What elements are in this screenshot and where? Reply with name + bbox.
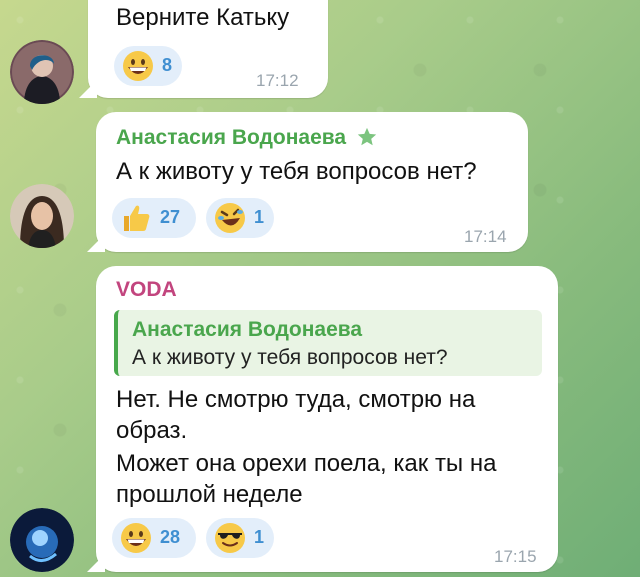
grinning-face-icon xyxy=(123,51,153,81)
rolling-on-floor-laughing-icon xyxy=(215,203,245,233)
reply-sender: Анастасия Водонаева xyxy=(132,318,363,341)
message-text-line: Может она орехи поела, как ты на xyxy=(116,450,497,477)
bubble-tail xyxy=(87,234,105,252)
avatar[interactable] xyxy=(10,184,74,248)
reply-quote[interactable]: Анастасия Водонаева А к животу у тебя во… xyxy=(114,310,542,376)
star-icon xyxy=(357,127,377,146)
thumbs-up-icon xyxy=(124,205,150,231)
message-bubble[interactable]: Анастасия Водонаева А к животу у тебя во… xyxy=(87,112,528,252)
grinning-face-icon xyxy=(121,523,151,553)
reply-text: А к животу у тебя вопросов нет? xyxy=(132,346,448,369)
reaction-count: 1 xyxy=(254,527,265,547)
reaction-chip[interactable]: 27 xyxy=(112,198,196,238)
reaction-chip[interactable]: 8 xyxy=(114,46,182,86)
reaction-chip[interactable]: 1 xyxy=(206,198,274,238)
message-time: 17:14 xyxy=(464,227,507,246)
reaction-count: 27 xyxy=(160,207,181,227)
reaction-count: 28 xyxy=(160,527,181,547)
avatar[interactable] xyxy=(10,508,74,572)
message-time: 17:12 xyxy=(256,71,299,90)
message-bubble[interactable]: Верните Катьку 8 17:12 xyxy=(79,0,328,98)
message-bubble[interactable]: VODA Анастасия Водонаева А к животу у те… xyxy=(87,266,558,572)
message-text-line: образ. xyxy=(116,417,188,444)
reaction-chip[interactable]: 28 xyxy=(112,518,196,558)
message-time: 17:15 xyxy=(494,547,537,566)
reaction-count: 1 xyxy=(254,207,265,227)
reaction-count: 8 xyxy=(162,55,173,75)
message-text: Верните Катьку xyxy=(116,4,290,31)
reaction-chip[interactable]: 1 xyxy=(206,518,274,558)
message-text-line: Нет. Не смотрю туда, смотрю на xyxy=(116,386,476,413)
bubble-tail xyxy=(79,80,97,98)
message-text-line: прошлой неделе xyxy=(116,481,303,508)
bubble-tail xyxy=(87,554,105,572)
message-text: А к животу у тебя вопросов нет? xyxy=(116,158,477,185)
avatar[interactable] xyxy=(10,40,74,104)
smiling-face-with-sunglasses-icon xyxy=(215,523,245,553)
sender-name[interactable]: Анастасия Водонаева xyxy=(116,126,346,150)
sender-name[interactable]: VODA xyxy=(116,278,177,302)
